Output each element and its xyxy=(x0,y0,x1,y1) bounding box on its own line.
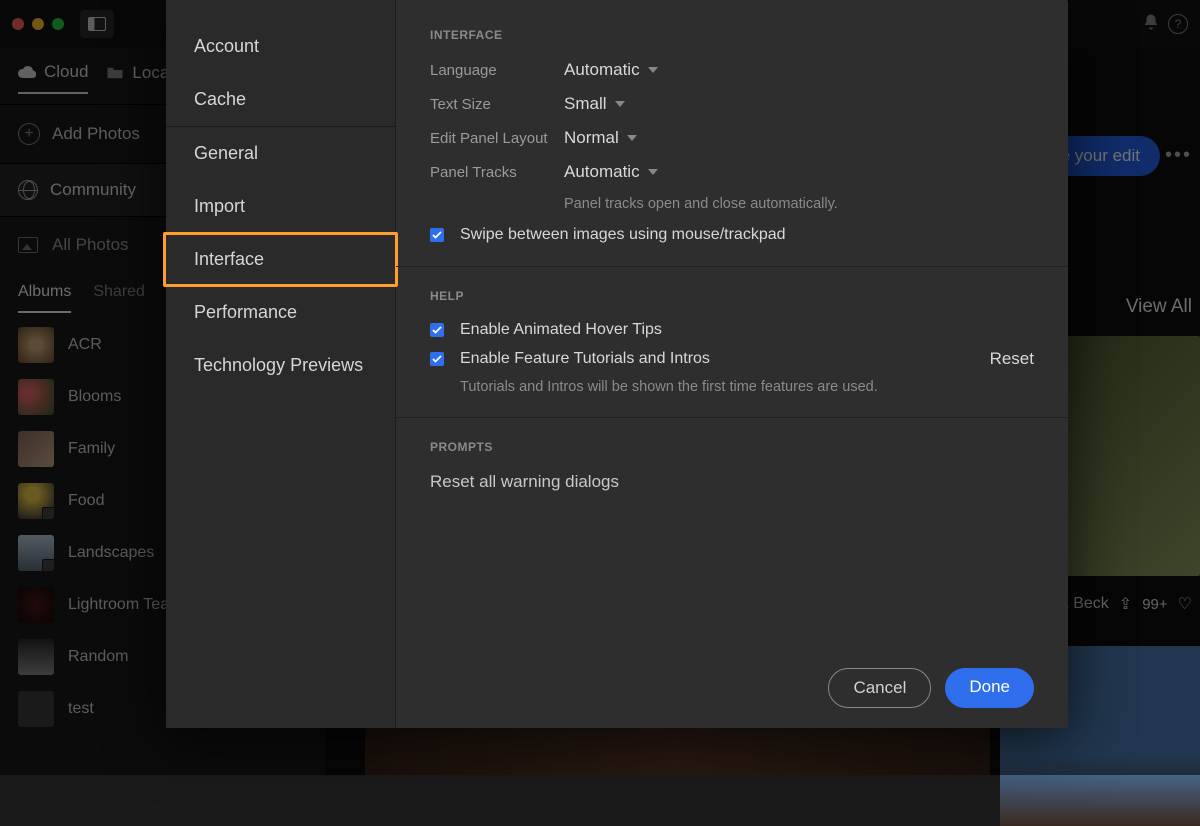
reset-warnings-button[interactable]: Reset all warning dialogs xyxy=(430,472,1034,492)
paneltracks-hint: Panel tracks open and close automaticall… xyxy=(564,196,1034,212)
nav-performance[interactable]: Performance xyxy=(166,286,395,339)
prefs-content: INTERFACE Language Automatic Text Size S… xyxy=(396,0,1068,728)
textsize-dropdown[interactable]: Small xyxy=(564,94,625,114)
row-language: Language Automatic xyxy=(430,60,1034,80)
row-panel-tracks: Panel Tracks Automatic xyxy=(430,162,1034,182)
swipe-checkbox[interactable] xyxy=(430,228,444,242)
chevron-down-icon xyxy=(648,169,658,175)
row-swipe: Swipe between images using mouse/trackpa… xyxy=(430,226,1034,244)
section-help-heading: HELP xyxy=(430,289,1034,303)
panellayout-value: Normal xyxy=(564,128,619,148)
textsize-value: Small xyxy=(564,94,607,114)
chevron-down-icon xyxy=(648,67,658,73)
check-icon xyxy=(432,354,442,364)
nav-general[interactable]: General xyxy=(166,127,395,180)
section-prompts-heading: PROMPTS xyxy=(430,440,1034,454)
divider xyxy=(396,266,1068,267)
prefs-footer: Cancel Done xyxy=(828,668,1034,708)
panellayout-label: Edit Panel Layout xyxy=(430,130,564,147)
hover-tips-label: Enable Animated Hover Tips xyxy=(460,321,662,339)
nav-cache[interactable]: Cache xyxy=(166,73,395,126)
hover-tips-checkbox[interactable] xyxy=(430,323,444,337)
row-panel-layout: Edit Panel Layout Normal xyxy=(430,128,1034,148)
preferences-dialog: Account Cache General Import Interface P… xyxy=(166,0,1068,728)
row-hover-tips: Enable Animated Hover Tips xyxy=(430,321,1034,339)
prefs-nav: Account Cache General Import Interface P… xyxy=(166,0,396,728)
row-tutorials: Enable Feature Tutorials and Intros Rese… xyxy=(430,349,1034,369)
nav-import[interactable]: Import xyxy=(166,180,395,233)
nav-account[interactable]: Account xyxy=(166,20,395,73)
paneltracks-label: Panel Tracks xyxy=(430,164,564,181)
panellayout-dropdown[interactable]: Normal xyxy=(564,128,637,148)
language-value: Automatic xyxy=(564,60,640,80)
paneltracks-dropdown[interactable]: Automatic xyxy=(564,162,658,182)
nav-technology-previews[interactable]: Technology Previews xyxy=(166,339,395,392)
chevron-down-icon xyxy=(615,101,625,107)
textsize-label: Text Size xyxy=(430,96,564,113)
chevron-down-icon xyxy=(627,135,637,141)
language-dropdown[interactable]: Automatic xyxy=(564,60,658,80)
check-icon xyxy=(432,325,442,335)
check-icon xyxy=(432,230,442,240)
cancel-button[interactable]: Cancel xyxy=(828,668,931,708)
done-button[interactable]: Done xyxy=(945,668,1034,708)
tutorials-checkbox[interactable] xyxy=(430,352,444,366)
section-interface-heading: INTERFACE xyxy=(430,28,1034,42)
tutorials-hint: Tutorials and Intros will be shown the f… xyxy=(460,379,1034,395)
nav-interface[interactable]: Interface xyxy=(166,233,395,286)
language-label: Language xyxy=(430,62,564,79)
reset-tutorials-button[interactable]: Reset xyxy=(990,349,1034,369)
tutorials-label: Enable Feature Tutorials and Intros xyxy=(460,350,710,368)
row-text-size: Text Size Small xyxy=(430,94,1034,114)
swipe-label: Swipe between images using mouse/trackpa… xyxy=(460,226,786,244)
paneltracks-value: Automatic xyxy=(564,162,640,182)
divider xyxy=(396,417,1068,418)
